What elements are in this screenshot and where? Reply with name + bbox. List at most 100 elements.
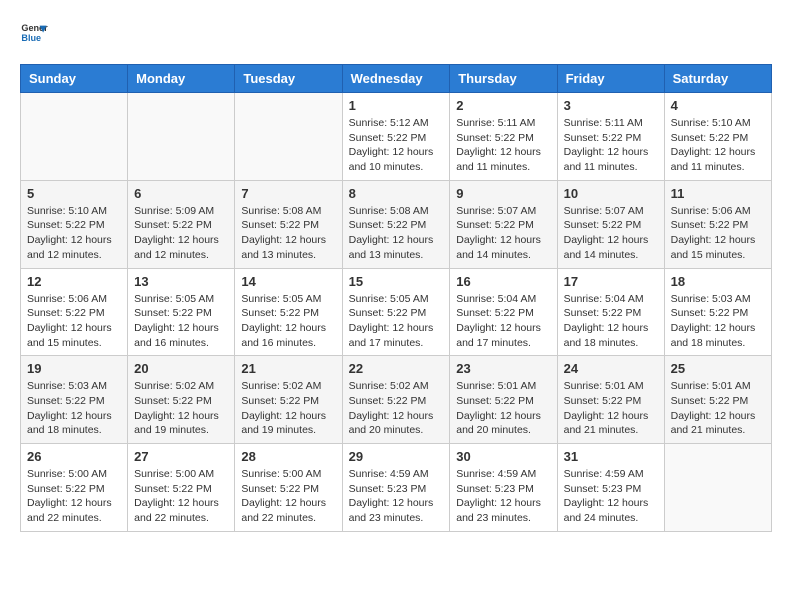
day-number: 26 xyxy=(27,449,121,464)
calendar-week-1: 1 Sunrise: 5:12 AM Sunset: 5:22 PM Daylig… xyxy=(21,93,772,181)
day-info: Sunrise: 5:12 AM Sunset: 5:22 PM Dayligh… xyxy=(349,116,444,175)
day-number: 12 xyxy=(27,274,121,289)
day-header-monday: Monday xyxy=(128,65,235,93)
day-number: 2 xyxy=(456,98,550,113)
day-number: 5 xyxy=(27,186,121,201)
day-info: Sunrise: 5:01 AM Sunset: 5:22 PM Dayligh… xyxy=(564,379,658,438)
day-number: 25 xyxy=(671,361,765,376)
day-info: Sunrise: 5:10 AM Sunset: 5:22 PM Dayligh… xyxy=(27,204,121,263)
table-row: 24 Sunrise: 5:01 AM Sunset: 5:22 PM Dayli… xyxy=(557,356,664,444)
table-row: 2 Sunrise: 5:11 AM Sunset: 5:22 PM Daylig… xyxy=(450,93,557,181)
day-info: Sunrise: 5:03 AM Sunset: 5:22 PM Dayligh… xyxy=(671,292,765,351)
table-row: 28 Sunrise: 5:00 AM Sunset: 5:22 PM Dayli… xyxy=(235,444,342,532)
day-number: 29 xyxy=(349,449,444,464)
day-number: 24 xyxy=(564,361,658,376)
table-row: 1 Sunrise: 5:12 AM Sunset: 5:22 PM Daylig… xyxy=(342,93,450,181)
day-info: Sunrise: 5:06 AM Sunset: 5:22 PM Dayligh… xyxy=(27,292,121,351)
table-row: 30 Sunrise: 4:59 AM Sunset: 5:23 PM Dayli… xyxy=(450,444,557,532)
table-row: 8Sunrise: 5:08 AM Sunset: 5:22 PM Daylig… xyxy=(342,180,450,268)
day-info: Sunrise: 5:01 AM Sunset: 5:22 PM Dayligh… xyxy=(456,379,550,438)
svg-text:Blue: Blue xyxy=(21,33,41,43)
day-info: Sunrise: 5:00 AM Sunset: 5:22 PM Dayligh… xyxy=(241,467,335,526)
page-header: General Blue xyxy=(20,20,772,48)
table-row: 9 Sunrise: 5:07 AM Sunset: 5:22 PM Daylig… xyxy=(450,180,557,268)
day-info: Sunrise: 4:59 AM Sunset: 5:23 PM Dayligh… xyxy=(564,467,658,526)
table-row: 10Sunrise: 5:07 AM Sunset: 5:22 PM Dayli… xyxy=(557,180,664,268)
day-number: 15 xyxy=(349,274,444,289)
table-row: 14 Sunrise: 5:05 AM Sunset: 5:22 PM Dayli… xyxy=(235,268,342,356)
table-row: 23 Sunrise: 5:01 AM Sunset: 5:22 PM Dayli… xyxy=(450,356,557,444)
table-row: 11 Sunrise: 5:06 AM Sunset: 5:22 PM Dayli… xyxy=(664,180,771,268)
table-row xyxy=(21,93,128,181)
day-number: 10 xyxy=(564,186,658,201)
day-number: 27 xyxy=(134,449,228,464)
day-header-saturday: Saturday xyxy=(664,65,771,93)
table-row: 4 Sunrise: 5:10 AM Sunset: 5:22 PM Daylig… xyxy=(664,93,771,181)
day-info: Sunrise: 4:59 AM Sunset: 5:23 PM Dayligh… xyxy=(349,467,444,526)
day-info: Sunrise: 5:00 AM Sunset: 5:22 PM Dayligh… xyxy=(27,467,121,526)
day-number: 22 xyxy=(349,361,444,376)
day-header-friday: Friday xyxy=(557,65,664,93)
day-header-sunday: Sunday xyxy=(21,65,128,93)
table-row xyxy=(128,93,235,181)
table-row: 3Sunrise: 5:11 AM Sunset: 5:22 PM Daylig… xyxy=(557,93,664,181)
day-info: Sunrise: 5:05 AM Sunset: 5:22 PM Dayligh… xyxy=(241,292,335,351)
day-number: 20 xyxy=(134,361,228,376)
day-info: Sunrise: 5:08 AM Sunset: 5:22 PM Dayligh… xyxy=(349,204,444,263)
day-info: Sunrise: 5:05 AM Sunset: 5:22 PM Dayligh… xyxy=(349,292,444,351)
day-info: Sunrise: 5:04 AM Sunset: 5:22 PM Dayligh… xyxy=(564,292,658,351)
day-info: Sunrise: 5:11 AM Sunset: 5:22 PM Dayligh… xyxy=(456,116,550,175)
day-number: 14 xyxy=(241,274,335,289)
table-row xyxy=(235,93,342,181)
calendar-week-2: 5 Sunrise: 5:10 AM Sunset: 5:22 PM Daylig… xyxy=(21,180,772,268)
table-row: 27 Sunrise: 5:00 AM Sunset: 5:22 PM Dayli… xyxy=(128,444,235,532)
day-info: Sunrise: 5:06 AM Sunset: 5:22 PM Dayligh… xyxy=(671,204,765,263)
calendar-week-3: 12 Sunrise: 5:06 AM Sunset: 5:22 PM Dayli… xyxy=(21,268,772,356)
day-info: Sunrise: 5:02 AM Sunset: 5:22 PM Dayligh… xyxy=(241,379,335,438)
table-row: 22 Sunrise: 5:02 AM Sunset: 5:22 PM Dayli… xyxy=(342,356,450,444)
table-row: 7 Sunrise: 5:08 AM Sunset: 5:22 PM Daylig… xyxy=(235,180,342,268)
day-info: Sunrise: 5:10 AM Sunset: 5:22 PM Dayligh… xyxy=(671,116,765,175)
table-row: 18 Sunrise: 5:03 AM Sunset: 5:22 PM Dayli… xyxy=(664,268,771,356)
day-number: 4 xyxy=(671,98,765,113)
table-row: 12 Sunrise: 5:06 AM Sunset: 5:22 PM Dayli… xyxy=(21,268,128,356)
table-row: 5 Sunrise: 5:10 AM Sunset: 5:22 PM Daylig… xyxy=(21,180,128,268)
table-row: 26 Sunrise: 5:00 AM Sunset: 5:22 PM Dayli… xyxy=(21,444,128,532)
day-info: Sunrise: 5:07 AM Sunset: 5:22 PM Dayligh… xyxy=(456,204,550,263)
day-number: 18 xyxy=(671,274,765,289)
calendar-week-5: 26 Sunrise: 5:00 AM Sunset: 5:22 PM Dayli… xyxy=(21,444,772,532)
day-number: 13 xyxy=(134,274,228,289)
day-info: Sunrise: 5:03 AM Sunset: 5:22 PM Dayligh… xyxy=(27,379,121,438)
table-row: 16 Sunrise: 5:04 AM Sunset: 5:22 PM Dayli… xyxy=(450,268,557,356)
table-row: 31 Sunrise: 4:59 AM Sunset: 5:23 PM Dayli… xyxy=(557,444,664,532)
table-row: 21Sunrise: 5:02 AM Sunset: 5:22 PM Dayli… xyxy=(235,356,342,444)
day-number: 6 xyxy=(134,186,228,201)
logo: General Blue xyxy=(20,20,48,48)
day-number: 28 xyxy=(241,449,335,464)
table-row: 19Sunrise: 5:03 AM Sunset: 5:22 PM Dayli… xyxy=(21,356,128,444)
day-number: 11 xyxy=(671,186,765,201)
day-number: 7 xyxy=(241,186,335,201)
day-number: 30 xyxy=(456,449,550,464)
day-info: Sunrise: 5:00 AM Sunset: 5:22 PM Dayligh… xyxy=(134,467,228,526)
day-number: 1 xyxy=(349,98,444,113)
day-info: Sunrise: 4:59 AM Sunset: 5:23 PM Dayligh… xyxy=(456,467,550,526)
table-row: 25Sunrise: 5:01 AM Sunset: 5:22 PM Dayli… xyxy=(664,356,771,444)
day-number: 23 xyxy=(456,361,550,376)
day-info: Sunrise: 5:05 AM Sunset: 5:22 PM Dayligh… xyxy=(134,292,228,351)
table-row: 15 Sunrise: 5:05 AM Sunset: 5:22 PM Dayli… xyxy=(342,268,450,356)
table-row: 6Sunrise: 5:09 AM Sunset: 5:22 PM Daylig… xyxy=(128,180,235,268)
table-row: 13 Sunrise: 5:05 AM Sunset: 5:22 PM Dayli… xyxy=(128,268,235,356)
day-info: Sunrise: 5:04 AM Sunset: 5:22 PM Dayligh… xyxy=(456,292,550,351)
day-number: 17 xyxy=(564,274,658,289)
day-info: Sunrise: 5:11 AM Sunset: 5:22 PM Dayligh… xyxy=(564,116,658,175)
day-info: Sunrise: 5:02 AM Sunset: 5:22 PM Dayligh… xyxy=(134,379,228,438)
day-number: 9 xyxy=(456,186,550,201)
day-info: Sunrise: 5:02 AM Sunset: 5:22 PM Dayligh… xyxy=(349,379,444,438)
day-number: 16 xyxy=(456,274,550,289)
day-number: 31 xyxy=(564,449,658,464)
table-row xyxy=(664,444,771,532)
day-info: Sunrise: 5:08 AM Sunset: 5:22 PM Dayligh… xyxy=(241,204,335,263)
day-header-tuesday: Tuesday xyxy=(235,65,342,93)
table-row: 29 Sunrise: 4:59 AM Sunset: 5:23 PM Dayli… xyxy=(342,444,450,532)
